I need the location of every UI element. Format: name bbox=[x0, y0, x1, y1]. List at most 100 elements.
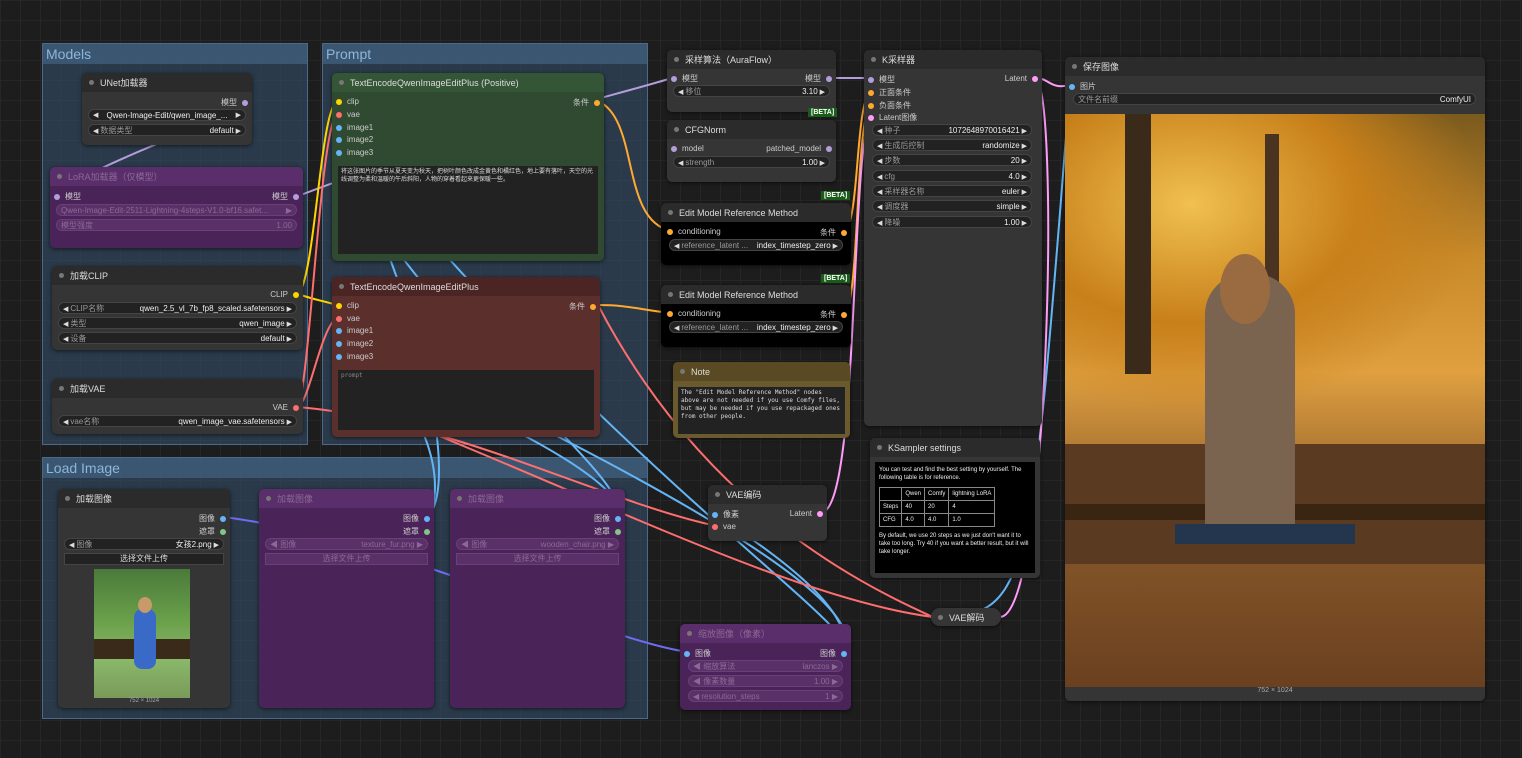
slot-dot-icon[interactable] bbox=[615, 515, 621, 522]
collapse-dot-icon[interactable] bbox=[674, 127, 679, 132]
unet-name-widget[interactable]: ◀ Qwen-Image-Edit/qwen_image_... ▶ bbox=[88, 109, 246, 121]
collapse-dot-icon[interactable] bbox=[89, 80, 94, 85]
arrow-left-icon[interactable]: ◀ bbox=[461, 540, 471, 549]
input-conditioning[interactable]: conditioning bbox=[667, 227, 721, 236]
slot-dot-icon[interactable] bbox=[712, 511, 718, 518]
slot-dot-icon[interactable] bbox=[841, 229, 847, 236]
node-header[interactable]: 加载CLIP bbox=[52, 266, 303, 285]
arrow-right-icon[interactable]: ▶ bbox=[818, 89, 825, 96]
arrow-right-icon[interactable]: ▶ bbox=[831, 243, 838, 250]
output-image[interactable]: 图像 bbox=[199, 513, 226, 524]
upload-button[interactable]: 选择文件上传 bbox=[64, 553, 224, 565]
input-image3[interactable]: image3 bbox=[336, 148, 373, 157]
collapse-dot-icon[interactable] bbox=[65, 496, 70, 501]
output-latent[interactable]: Latent bbox=[1005, 74, 1038, 83]
slot-dot-icon[interactable] bbox=[868, 89, 874, 96]
input-clip[interactable]: clip bbox=[336, 97, 359, 106]
image-select-widget[interactable]: ◀ 图像 texture_fur.png ▶ bbox=[265, 538, 428, 550]
slot-dot-icon[interactable] bbox=[1069, 83, 1075, 90]
node-header[interactable]: Edit Model Reference Method bbox=[661, 285, 851, 304]
slot-dot-icon[interactable] bbox=[336, 340, 342, 347]
load-image-node-3[interactable]: 加载图像 图像 遮罩 ◀ 图像 wooden_chair.png ▶ 选择文件上传 bbox=[450, 489, 625, 708]
vae-encode-node[interactable]: VAE编码 像素 vae Latent bbox=[708, 485, 827, 541]
arrow-right-icon[interactable]: ▶ bbox=[1020, 128, 1027, 135]
collapse-dot-icon[interactable] bbox=[59, 386, 64, 391]
arrow-right-icon[interactable]: ▶ bbox=[415, 540, 423, 549]
edit-model-reference-node-2[interactable]: Edit Model Reference Method conditioning… bbox=[661, 285, 851, 347]
output-image[interactable]: 图像 bbox=[403, 513, 430, 524]
output-mask[interactable]: 遮罩 bbox=[594, 526, 621, 537]
arrow-right-icon[interactable]: ▶ bbox=[285, 336, 292, 343]
arrow-right-icon[interactable]: ▶ bbox=[285, 306, 292, 313]
load-image-node-1[interactable]: 加载图像 图像 遮罩 ◀ 图像 女孩2.png ▶ 选择文件上传 752 × 10… bbox=[58, 489, 230, 708]
output-clip[interactable]: CLIP bbox=[270, 290, 299, 299]
note-node[interactable]: Note The "Edit Model Reference Method" n… bbox=[673, 362, 850, 438]
arrow-right-icon[interactable]: ▶ bbox=[818, 160, 825, 167]
output-model[interactable]: 模型 bbox=[221, 97, 248, 108]
slot-dot-icon[interactable] bbox=[868, 76, 874, 83]
slot-dot-icon[interactable] bbox=[220, 515, 226, 522]
arrow-right-icon[interactable]: ▶ bbox=[830, 662, 838, 671]
scale-image-node[interactable]: 缩放图像（像素） 图像 图像 ◀ 缩放算法 lanczos ▶ ◀ 像素数量 1.0… bbox=[680, 624, 851, 710]
arrow-right-icon[interactable]: ▶ bbox=[606, 540, 614, 549]
unet-loader-node[interactable]: UNet加载器 模型 ◀ Qwen-Image-Edit/qwen_image_.… bbox=[82, 73, 252, 145]
slot-dot-icon[interactable] bbox=[336, 149, 342, 156]
slot-dot-icon[interactable] bbox=[826, 145, 832, 152]
text-encode-positive-node[interactable]: TextEncodeQwenImageEditPlus (Positive) c… bbox=[332, 73, 604, 261]
slot-dot-icon[interactable] bbox=[424, 528, 430, 535]
input-image-preview[interactable] bbox=[94, 569, 190, 698]
arrow-right-icon[interactable]: ▶ bbox=[1020, 220, 1027, 227]
reference-latent-widget[interactable]: ◀ reference_latent ... index_timestep_zer… bbox=[669, 321, 843, 333]
slot-dot-icon[interactable] bbox=[336, 327, 342, 334]
collapse-dot-icon[interactable] bbox=[339, 80, 344, 85]
ksampler-node[interactable]: K采样器 模型 正面条件 负面条件 Latent图像 Latent ◀ 种子 10… bbox=[864, 50, 1042, 426]
input-model[interactable]: 模型 bbox=[54, 191, 81, 202]
slot-dot-icon[interactable] bbox=[817, 510, 823, 517]
image-select-widget[interactable]: ◀ 图像 女孩2.png ▶ bbox=[64, 538, 224, 550]
slot-dot-icon[interactable] bbox=[293, 193, 299, 200]
collapse-dot-icon[interactable] bbox=[877, 445, 882, 450]
collapse-dot-icon[interactable] bbox=[687, 631, 692, 636]
node-header[interactable]: 加载图像 bbox=[58, 489, 230, 508]
arrow-right-icon[interactable]: ▶ bbox=[212, 542, 219, 549]
vae-name-widget[interactable]: ◀ vae名称 qwen_image_vae.safetensors ▶ bbox=[58, 415, 297, 427]
arrow-right-icon[interactable]: ▶ bbox=[1020, 143, 1027, 150]
input-vae[interactable]: vae bbox=[712, 522, 736, 531]
output-model[interactable]: 模型 bbox=[805, 73, 832, 84]
input-image2[interactable]: image2 bbox=[336, 339, 373, 348]
node-header[interactable]: CFGNorm bbox=[667, 120, 836, 139]
load-image-node-2[interactable]: 加载图像 图像 遮罩 ◀ 图像 texture_fur.png ▶ 选择文件上传 bbox=[259, 489, 434, 708]
node-header[interactable]: 采样算法（AuraFlow） bbox=[667, 50, 836, 69]
arrow-right-icon[interactable]: ▶ bbox=[234, 128, 241, 135]
slot-dot-icon[interactable] bbox=[826, 75, 832, 82]
node-header[interactable]: VAE编码 bbox=[708, 485, 827, 504]
output-latent[interactable]: Latent bbox=[790, 509, 823, 518]
input-model[interactable]: 模型 bbox=[868, 74, 895, 85]
clip-name-widget[interactable]: ◀ CLIP名称 qwen_2.5_vl_7b_fp8_scaled.safete… bbox=[58, 302, 297, 314]
slot-dot-icon[interactable] bbox=[671, 75, 677, 82]
slot-dot-icon[interactable] bbox=[594, 99, 600, 106]
input-conditioning[interactable]: conditioning bbox=[667, 309, 721, 318]
arrow-left-icon[interactable]: ◀ bbox=[693, 677, 703, 686]
collapse-dot-icon[interactable] bbox=[680, 369, 685, 374]
slot-dot-icon[interactable] bbox=[590, 303, 596, 310]
node-header[interactable]: 加载VAE bbox=[52, 379, 303, 398]
node-header[interactable]: UNet加载器 bbox=[82, 73, 252, 92]
megapixels-widget[interactable]: ◀ 像素数量 1.00 ▶ bbox=[688, 675, 843, 687]
slot-dot-icon[interactable] bbox=[671, 145, 677, 152]
vae-decode-node[interactable]: VAE解码 bbox=[931, 608, 1001, 626]
arrow-right-icon[interactable]: ▶ bbox=[830, 692, 838, 701]
input-model[interactable]: model bbox=[671, 144, 704, 153]
node-header[interactable]: TextEncodeQwenImageEditPlus (Positive) bbox=[332, 73, 604, 92]
slot-dot-icon[interactable] bbox=[336, 136, 342, 143]
input-image2[interactable]: image2 bbox=[336, 135, 373, 144]
collapse-dot-icon[interactable] bbox=[457, 496, 462, 501]
arrow-right-icon[interactable]: ▶ bbox=[236, 111, 241, 119]
arrow-right-icon[interactable]: ▶ bbox=[1020, 204, 1027, 211]
input-image3[interactable]: image3 bbox=[336, 352, 373, 361]
output-patched-model[interactable]: patched_model bbox=[766, 144, 832, 153]
slot-dot-icon[interactable] bbox=[615, 528, 621, 535]
image-select-widget[interactable]: ◀ 图像 wooden_chair.png ▶ bbox=[456, 538, 619, 550]
lora-name-widget[interactable]: Qwen-Image-Edit-2511-Lightning-4steps-V1… bbox=[56, 204, 297, 216]
dtype-widget[interactable]: ◀ 数据类型 default ▶ bbox=[88, 124, 246, 136]
